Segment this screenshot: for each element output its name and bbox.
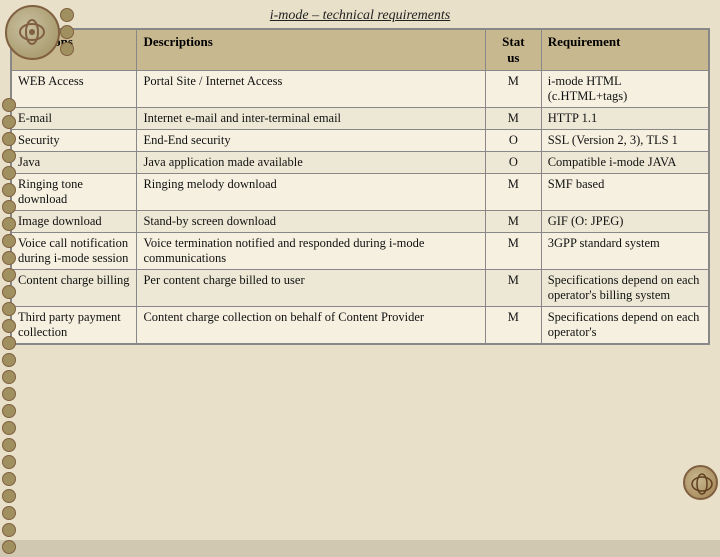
main-table-container: Functions Descriptions Status Requiremen… — [10, 28, 710, 345]
logo-area — [5, 5, 85, 85]
cell-requirement: 3GPP standard system — [541, 233, 708, 270]
cell-function: Security — [12, 130, 137, 152]
cell-status: M — [485, 71, 541, 108]
cell-function: Ringing tone download — [12, 174, 137, 211]
cell-description: Ringing melody download — [137, 174, 486, 211]
cell-requirement: HTTP 1.1 — [541, 108, 708, 130]
table-row: WEB AccessPortal Site / Internet AccessM… — [12, 71, 709, 108]
decor-circle — [683, 465, 718, 500]
cell-status: M — [485, 307, 541, 344]
cell-description: Voice termination notified and responded… — [137, 233, 486, 270]
cell-requirement: GIF (O: JPEG) — [541, 211, 708, 233]
cell-status: O — [485, 130, 541, 152]
cell-function: Third party payment collection — [12, 307, 137, 344]
cell-function: Voice call notification during i-mode se… — [12, 233, 137, 270]
header-descriptions: Descriptions — [137, 30, 486, 71]
logo-icon — [5, 5, 60, 60]
cell-description: Stand-by screen download — [137, 211, 486, 233]
page: i-mode – technical requirements Function… — [0, 0, 720, 540]
cell-status: M — [485, 108, 541, 130]
table-row: Content charge billingPer content charge… — [12, 270, 709, 307]
table-row: Voice call notification during i-mode se… — [12, 233, 709, 270]
cell-function: Content charge billing — [12, 270, 137, 307]
table-row: Ringing tone downloadRinging melody down… — [12, 174, 709, 211]
table-row: Third party payment collectionContent ch… — [12, 307, 709, 344]
cell-status: M — [485, 211, 541, 233]
cell-function: Java — [12, 152, 137, 174]
page-title: i-mode – technical requirements — [0, 0, 720, 28]
left-decorative-dots — [0, 95, 18, 557]
cell-requirement: i-mode HTML (c.HTML+tags) — [541, 71, 708, 108]
cell-function: Image download — [12, 211, 137, 233]
cell-requirement: SSL (Version 2, 3), TLS 1 — [541, 130, 708, 152]
cell-description: Per content charge billed to user — [137, 270, 486, 307]
table-row: Image downloadStand-by screen downloadMG… — [12, 211, 709, 233]
bottom-right-decor — [678, 440, 718, 500]
table-row: E-mailInternet e-mail and inter-terminal… — [12, 108, 709, 130]
cell-description: Content charge collection on behalf of C… — [137, 307, 486, 344]
cell-status: M — [485, 233, 541, 270]
cell-status: M — [485, 174, 541, 211]
header-status: Status — [485, 30, 541, 71]
cell-description: Portal Site / Internet Access — [137, 71, 486, 108]
requirements-table: Functions Descriptions Status Requiremen… — [11, 29, 709, 344]
cell-description: Internet e-mail and inter-terminal email — [137, 108, 486, 130]
table-row: JavaJava application made availableOComp… — [12, 152, 709, 174]
cell-status: M — [485, 270, 541, 307]
header-requirement: Requirement — [541, 30, 708, 71]
cell-requirement: Specifications depend on each operator's… — [541, 270, 708, 307]
cell-description: End-End security — [137, 130, 486, 152]
cell-description: Java application made available — [137, 152, 486, 174]
cell-requirement: SMF based — [541, 174, 708, 211]
cell-function: E-mail — [12, 108, 137, 130]
table-row: SecurityEnd-End securityOSSL (Version 2,… — [12, 130, 709, 152]
cell-status: O — [485, 152, 541, 174]
cell-requirement: Specifications depend on each operator's — [541, 307, 708, 344]
cell-requirement: Compatible i-mode JAVA — [541, 152, 708, 174]
